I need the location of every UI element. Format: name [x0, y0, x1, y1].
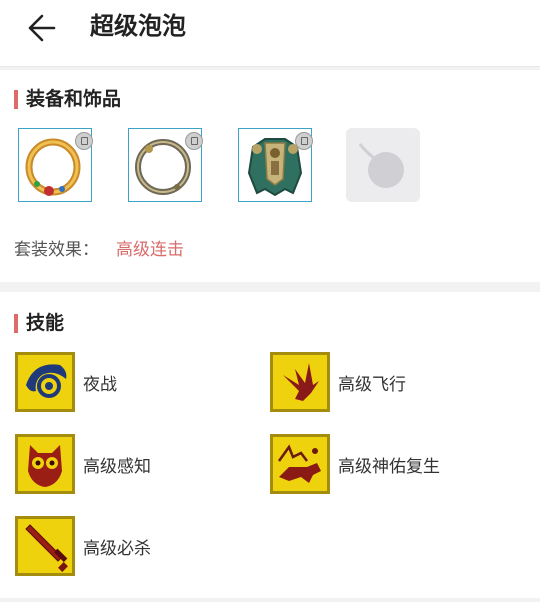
sword-icon [25, 524, 68, 572]
skill-label: 高级必杀 [83, 539, 151, 559]
bird-icon [283, 363, 319, 401]
skill-item-advanced-critical[interactable]: 高级必杀 [15, 516, 215, 578]
skill-label: 夜战 [83, 375, 117, 395]
section-title: 技能 [14, 310, 64, 336]
arrow-left-icon [28, 14, 56, 42]
skill-item-night-battle[interactable]: 夜战 [15, 352, 215, 414]
app-header: 超级泡泡 [0, 0, 540, 67]
skill-item-advanced-perception[interactable]: 高级感知 [15, 434, 215, 496]
equipment-slot-empty[interactable] [346, 128, 420, 202]
lock-icon [185, 132, 203, 150]
skill-label: 高级感知 [83, 457, 151, 477]
skill-icon-frame [15, 352, 75, 412]
owl-icon [28, 445, 62, 487]
skill-item-advanced-divine-revival[interactable]: 高级神佑复生 [270, 434, 500, 496]
set-effect-value[interactable]: 高级连击 [116, 235, 184, 260]
equipment-slot-silver-ring[interactable] [128, 128, 203, 202]
skills-section: 技能 夜战 高级飞行 高级感知 高级神佑复生 高级必杀 [0, 292, 540, 598]
wolf-icon [277, 444, 321, 483]
skill-item-advanced-flight[interactable]: 高级飞行 [270, 352, 490, 414]
skill-icon-frame [270, 434, 330, 494]
equipment-section: 装备和饰品 套装效果： 高级连击 [0, 70, 540, 282]
skill-label: 高级飞行 [338, 375, 406, 395]
lock-icon [295, 132, 313, 150]
empty-slot-icon [358, 143, 404, 188]
skill-label: 高级神佑复生 [338, 457, 440, 477]
skill-icon-frame [15, 434, 75, 494]
equipment-slot-armor[interactable] [238, 128, 313, 202]
eye-icon [26, 364, 67, 398]
skill-icon-frame [15, 516, 75, 576]
equipment-slot-gold-ring[interactable] [18, 128, 93, 202]
section-title: 装备和饰品 [14, 86, 121, 112]
page-title: 超级泡泡 [90, 12, 186, 40]
skill-icon-frame [270, 352, 330, 412]
set-effect-label: 套装效果： [14, 240, 99, 260]
lock-icon [75, 132, 93, 150]
back-button[interactable] [24, 8, 64, 48]
